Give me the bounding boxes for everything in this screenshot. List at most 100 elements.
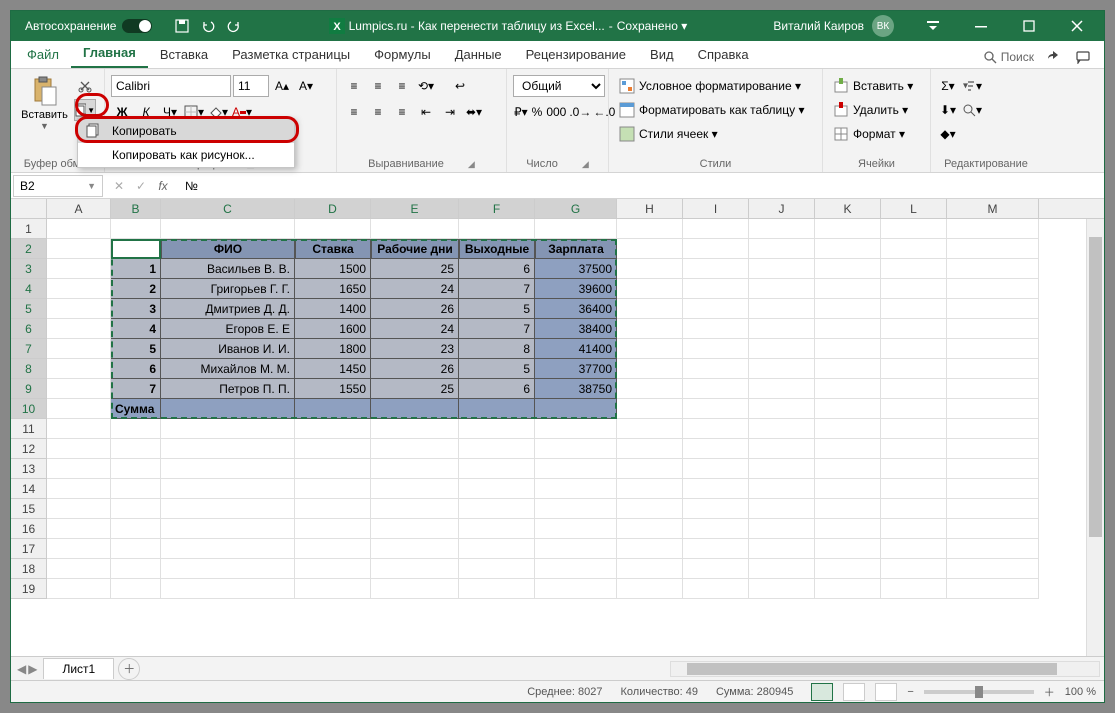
cell-L1[interactable]: [881, 219, 947, 239]
cell-F14[interactable]: [459, 479, 535, 499]
cell-A18[interactable]: [47, 559, 111, 579]
cell-E6[interactable]: 24: [371, 319, 459, 339]
cell-J14[interactable]: [749, 479, 815, 499]
cell-D2[interactable]: Ставка: [295, 239, 371, 259]
cell-B6[interactable]: 4: [111, 319, 161, 339]
cell-L10[interactable]: [881, 399, 947, 419]
cell-A5[interactable]: [47, 299, 111, 319]
cell-J12[interactable]: [749, 439, 815, 459]
row-header-11[interactable]: 11: [11, 419, 46, 439]
cell-K17[interactable]: [815, 539, 881, 559]
cell-D9[interactable]: 1550: [295, 379, 371, 399]
cell-K2[interactable]: [815, 239, 881, 259]
cell-E19[interactable]: [371, 579, 459, 599]
cell-A12[interactable]: [47, 439, 111, 459]
cell-C5[interactable]: Дмитриев Д. Д.: [161, 299, 295, 319]
cell-L16[interactable]: [881, 519, 947, 539]
cell-L18[interactable]: [881, 559, 947, 579]
cell-G19[interactable]: [535, 579, 617, 599]
cell-L14[interactable]: [881, 479, 947, 499]
cell-J11[interactable]: [749, 419, 815, 439]
cell-F3[interactable]: 6: [459, 259, 535, 279]
cell-D13[interactable]: [295, 459, 371, 479]
saved-indicator[interactable]: Сохранено ▾: [617, 19, 688, 33]
cell-A17[interactable]: [47, 539, 111, 559]
cell-D18[interactable]: [295, 559, 371, 579]
cell-B9[interactable]: 7: [111, 379, 161, 399]
cell-B5[interactable]: 3: [111, 299, 161, 319]
cell-M2[interactable]: [947, 239, 1039, 259]
cell-C12[interactable]: [161, 439, 295, 459]
cell-G11[interactable]: [535, 419, 617, 439]
format-cells-button[interactable]: Формат ▾: [829, 123, 924, 145]
cell-J9[interactable]: [749, 379, 815, 399]
cell-J3[interactable]: [749, 259, 815, 279]
maximize-button[interactable]: [1006, 11, 1052, 41]
cell-A13[interactable]: [47, 459, 111, 479]
close-button[interactable]: [1054, 11, 1100, 41]
cell-E15[interactable]: [371, 499, 459, 519]
cell-M10[interactable]: [947, 399, 1039, 419]
autosave-toggle[interactable]: Автосохранение: [25, 19, 152, 33]
zoom-slider[interactable]: [924, 690, 1034, 694]
cell-C2[interactable]: ФИО: [161, 239, 295, 259]
cell-B13[interactable]: [111, 459, 161, 479]
cell-C1[interactable]: [161, 219, 295, 239]
cell-D12[interactable]: [295, 439, 371, 459]
cell-A6[interactable]: [47, 319, 111, 339]
cell-C7[interactable]: Иванов И. И.: [161, 339, 295, 359]
cell-G1[interactable]: [535, 219, 617, 239]
cell-B18[interactable]: [111, 559, 161, 579]
cell-K3[interactable]: [815, 259, 881, 279]
cell-B3[interactable]: 1: [111, 259, 161, 279]
cell-F13[interactable]: [459, 459, 535, 479]
cell-M16[interactable]: [947, 519, 1039, 539]
row-header-6[interactable]: 6: [11, 319, 46, 339]
cut-button[interactable]: [74, 75, 96, 97]
cell-B12[interactable]: [111, 439, 161, 459]
cell-A16[interactable]: [47, 519, 111, 539]
cell-L2[interactable]: [881, 239, 947, 259]
row-header-2[interactable]: 2: [11, 239, 46, 259]
cell-K5[interactable]: [815, 299, 881, 319]
cell-F7[interactable]: 8: [459, 339, 535, 359]
tab-formulas[interactable]: Формулы: [362, 43, 443, 68]
cell-I14[interactable]: [683, 479, 749, 499]
dialog-launcher-icon[interactable]: ◢: [468, 159, 475, 170]
zoom-out-button[interactable]: −: [907, 686, 913, 698]
cell-D7[interactable]: 1800: [295, 339, 371, 359]
cell-I10[interactable]: [683, 399, 749, 419]
cell-G10[interactable]: [535, 399, 617, 419]
row-header-1[interactable]: 1: [11, 219, 46, 239]
cell-K19[interactable]: [815, 579, 881, 599]
row-header-14[interactable]: 14: [11, 479, 46, 499]
cell-G18[interactable]: [535, 559, 617, 579]
row-header-17[interactable]: 17: [11, 539, 46, 559]
cell-H9[interactable]: [617, 379, 683, 399]
cell-E4[interactable]: 24: [371, 279, 459, 299]
cell-C3[interactable]: Васильев В. В.: [161, 259, 295, 279]
sheet-tab-1[interactable]: Лист1: [43, 658, 114, 679]
percent-button[interactable]: %: [531, 101, 544, 123]
cell-A10[interactable]: [47, 399, 111, 419]
name-box[interactable]: B2▼: [13, 175, 103, 197]
cell-L3[interactable]: [881, 259, 947, 279]
align-center-button[interactable]: ≡: [367, 101, 389, 123]
cell-E10[interactable]: [371, 399, 459, 419]
cell-F10[interactable]: [459, 399, 535, 419]
cell-M1[interactable]: [947, 219, 1039, 239]
cell-K6[interactable]: [815, 319, 881, 339]
cell-F17[interactable]: [459, 539, 535, 559]
cell-H3[interactable]: [617, 259, 683, 279]
cell-C6[interactable]: Егоров Е. Е: [161, 319, 295, 339]
col-header-B[interactable]: B: [111, 199, 161, 218]
row-header-3[interactable]: 3: [11, 259, 46, 279]
clear-button[interactable]: ◆▾: [937, 123, 959, 145]
cell-E14[interactable]: [371, 479, 459, 499]
decrease-font-button[interactable]: A▾: [295, 75, 317, 97]
cell-M4[interactable]: [947, 279, 1039, 299]
insert-cells-button[interactable]: Вставить ▾: [829, 75, 924, 97]
comments-button[interactable]: [1072, 46, 1094, 68]
autosum-button[interactable]: Σ▾: [937, 75, 959, 97]
cell-I15[interactable]: [683, 499, 749, 519]
